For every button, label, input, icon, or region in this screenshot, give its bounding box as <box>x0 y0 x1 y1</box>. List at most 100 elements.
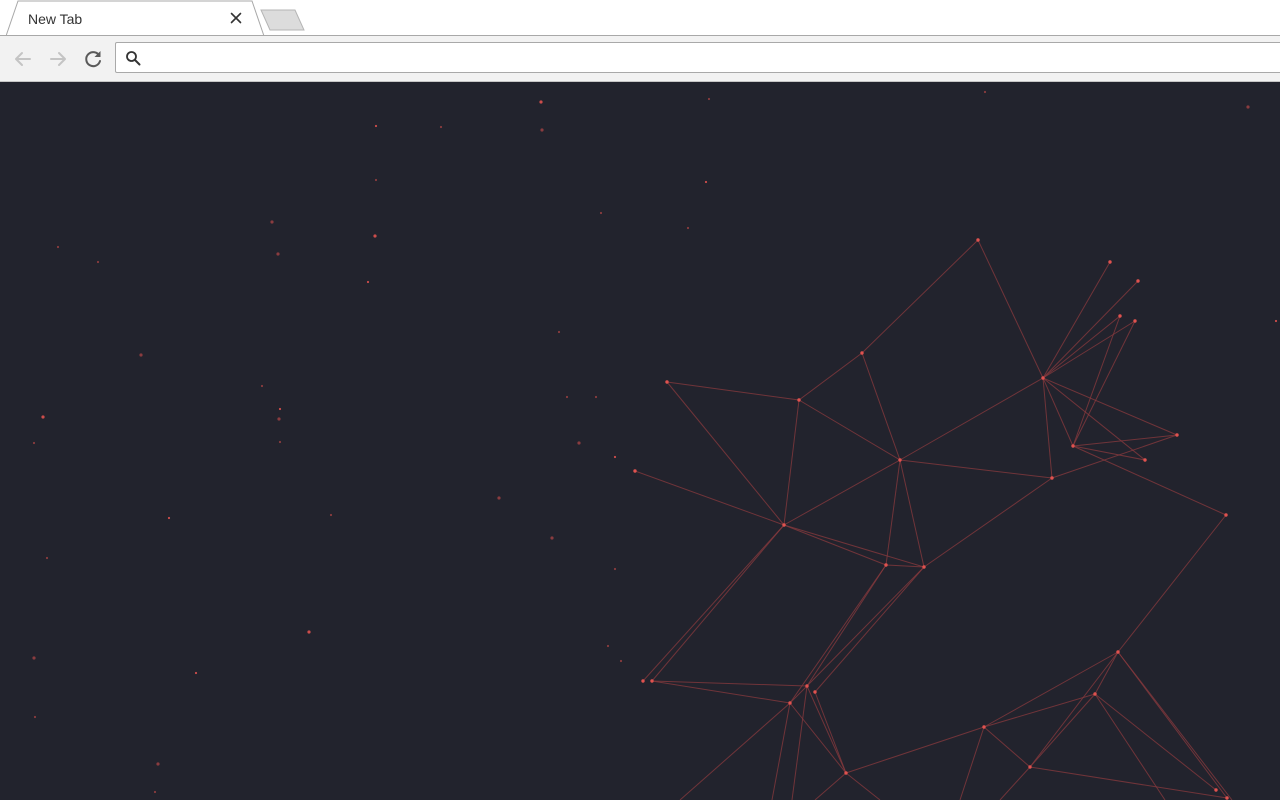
network-line <box>1072 445 1227 516</box>
network-node <box>1050 476 1054 480</box>
forward-arrow-icon[interactable] <box>46 47 70 71</box>
network-line <box>783 459 901 526</box>
network-line <box>1117 514 1227 653</box>
network-line <box>1094 693 1217 791</box>
close-icon[interactable] <box>228 10 244 26</box>
new-tab-page-background <box>0 82 1280 800</box>
tab-new-tab[interactable]: New Tab <box>6 0 268 36</box>
network-line <box>789 685 808 704</box>
omnibox[interactable] <box>115 42 1280 73</box>
particle-dot <box>156 762 160 766</box>
network-node <box>650 679 654 683</box>
network-line <box>861 352 901 461</box>
particle-dot <box>194 671 198 675</box>
network-line <box>798 352 863 401</box>
particle-dot <box>167 516 171 520</box>
network-node <box>641 679 645 683</box>
network-line <box>977 239 1044 379</box>
network-line <box>783 524 887 566</box>
network-line <box>899 377 1044 461</box>
particle-dot <box>32 441 36 445</box>
particle-dot <box>565 395 569 399</box>
network-line <box>1029 766 1228 799</box>
particle-dot <box>374 124 378 128</box>
particle-dot <box>613 567 617 571</box>
network-node <box>1224 513 1228 517</box>
network-line <box>1042 377 1053 479</box>
network-node <box>1136 279 1140 283</box>
network-node <box>1108 260 1112 264</box>
particle-dot <box>276 252 280 256</box>
network-line <box>899 459 925 568</box>
network-node <box>797 398 801 402</box>
back-arrow-icon[interactable] <box>11 47 35 71</box>
search-icon <box>126 51 141 66</box>
network-node <box>860 351 864 355</box>
tab-strip: New Tab <box>0 0 1280 36</box>
reload-icon[interactable] <box>81 47 105 71</box>
particle-dot <box>33 715 37 719</box>
network-line <box>814 691 847 774</box>
particle-dot <box>41 415 45 419</box>
particle-dot <box>260 384 264 388</box>
network-line <box>771 702 791 800</box>
network-node <box>633 469 637 473</box>
particle-dot <box>439 125 443 129</box>
particle-dot <box>1274 319 1278 323</box>
network-line <box>666 381 800 401</box>
network-line <box>783 399 800 526</box>
network-line <box>1042 377 1178 436</box>
network-line <box>861 239 979 354</box>
network-line <box>1029 693 1096 768</box>
network-line <box>642 524 785 682</box>
network-line <box>679 702 791 800</box>
network-line <box>923 477 1053 568</box>
particle-dot <box>686 226 690 230</box>
network-line <box>983 693 1096 728</box>
address-input[interactable] <box>150 47 1270 69</box>
network-node <box>1225 796 1229 800</box>
network-line <box>999 766 1031 800</box>
network-node <box>665 380 669 384</box>
network-node <box>1028 765 1032 769</box>
particle-dot <box>270 220 274 224</box>
particle-dot <box>613 455 617 459</box>
tab-title: New Tab <box>28 11 83 27</box>
particle-dot <box>594 395 598 399</box>
network-node <box>1116 650 1120 654</box>
particle-dot <box>539 100 543 104</box>
network-node <box>813 690 817 694</box>
browser-chrome: New Tab <box>0 0 1280 82</box>
particle-dot <box>707 97 711 101</box>
network-line <box>798 399 901 461</box>
network-line <box>885 459 901 566</box>
network-node <box>884 563 888 567</box>
network-line <box>806 685 847 774</box>
particle-network-animation <box>32 90 1278 800</box>
particle-dot <box>56 245 60 249</box>
network-node <box>788 701 792 705</box>
toolbar <box>0 36 1280 82</box>
new-tab-button[interactable] <box>260 9 306 31</box>
particle-dot <box>139 353 143 357</box>
network-line <box>1094 693 1166 800</box>
network-line <box>983 726 1031 768</box>
particle-dot <box>983 90 987 94</box>
network-line <box>1042 377 1146 461</box>
network-node <box>805 684 809 688</box>
particle-dot <box>329 513 333 517</box>
network-line <box>806 564 887 687</box>
network-line <box>651 680 808 687</box>
network-node <box>1214 788 1218 792</box>
network-node <box>1118 314 1122 318</box>
network-node <box>1041 376 1045 380</box>
particle-dot <box>278 407 282 411</box>
network-node <box>922 565 926 569</box>
particle-dot <box>153 790 157 794</box>
network-node <box>1093 692 1097 696</box>
network-node <box>982 725 986 729</box>
particle-dot <box>550 536 554 540</box>
particle-dot <box>497 496 501 500</box>
particle-dot <box>366 280 370 284</box>
network-line <box>806 566 925 687</box>
